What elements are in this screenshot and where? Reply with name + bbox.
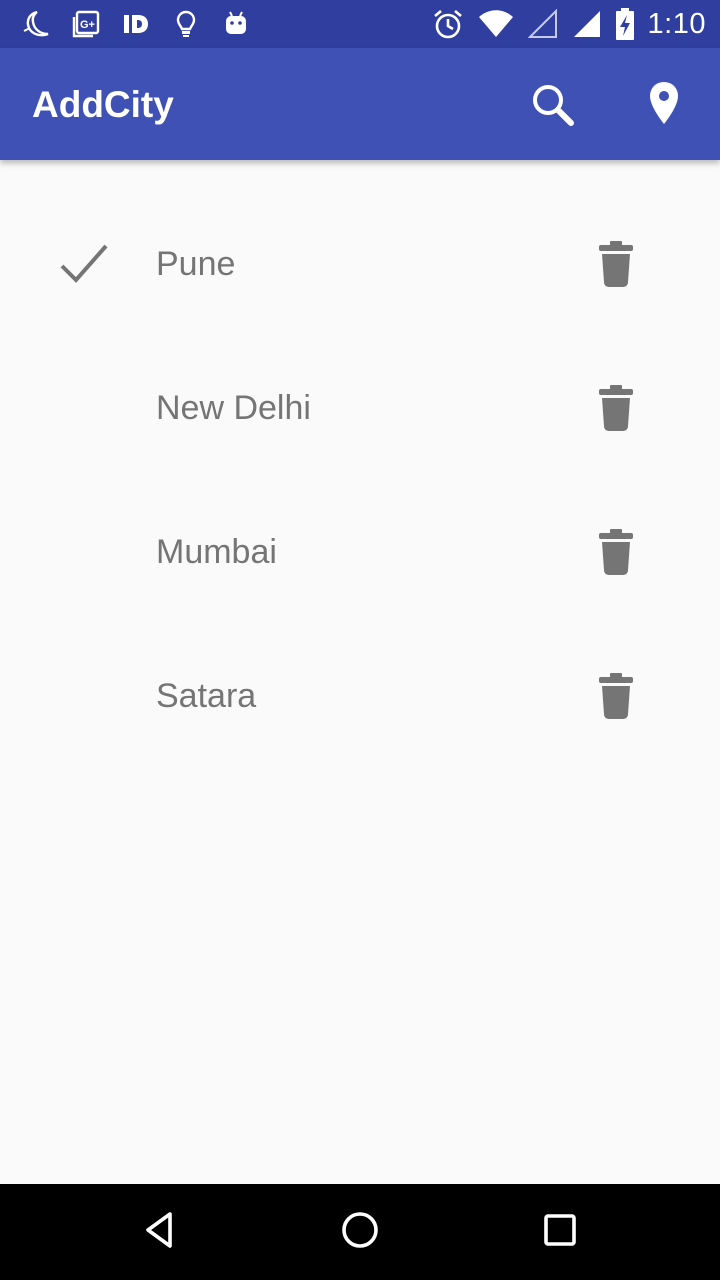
city-name: Mumbai [156,533,277,571]
city-name: New Delhi [156,389,311,427]
city-row[interactable]: Mumbai [0,482,720,626]
city-row[interactable]: Pune [0,194,720,338]
status-bar: G+ 1:10 [0,0,720,48]
app-bar: AddCity [0,48,720,160]
home-icon [340,1210,380,1255]
search-icon [528,80,576,133]
city-name: Pune [156,245,236,283]
delete-icon[interactable] [592,526,640,578]
city-row[interactable]: Satara [0,626,720,770]
lightbulb-icon [170,8,202,40]
wifi-icon [478,6,514,42]
id-icon [120,8,152,40]
check-icon [56,238,112,290]
city-list: Pune New Delhi Mumbai Satara [0,194,720,770]
location-icon [648,80,680,133]
battery-charging-icon [615,6,634,42]
svg-text:G+: G+ [80,19,95,31]
back-icon [140,1210,180,1255]
city-name: Satara [156,677,257,715]
moon-icon [20,8,52,40]
signal-full-icon [572,6,602,42]
navigation-bar [0,1184,720,1280]
delete-icon[interactable] [592,670,640,722]
system-icons: 1:10 [432,6,706,42]
delete-icon[interactable] [592,382,640,434]
android-icon [220,8,252,40]
alarm-icon [432,6,464,42]
city-row[interactable]: New Delhi [0,338,720,482]
back-button[interactable] [136,1208,184,1256]
search-button[interactable] [524,78,580,134]
recents-button[interactable] [536,1208,584,1256]
recents-icon [540,1210,580,1255]
location-button[interactable] [636,78,692,134]
google-plus-icon: G+ [70,8,102,40]
notification-icons: G+ [20,8,252,40]
delete-icon[interactable] [592,238,640,290]
home-button[interactable] [336,1208,384,1256]
status-time: 1:10 [647,7,706,40]
signal-icon [527,6,558,42]
page-title: AddCity [32,84,174,125]
